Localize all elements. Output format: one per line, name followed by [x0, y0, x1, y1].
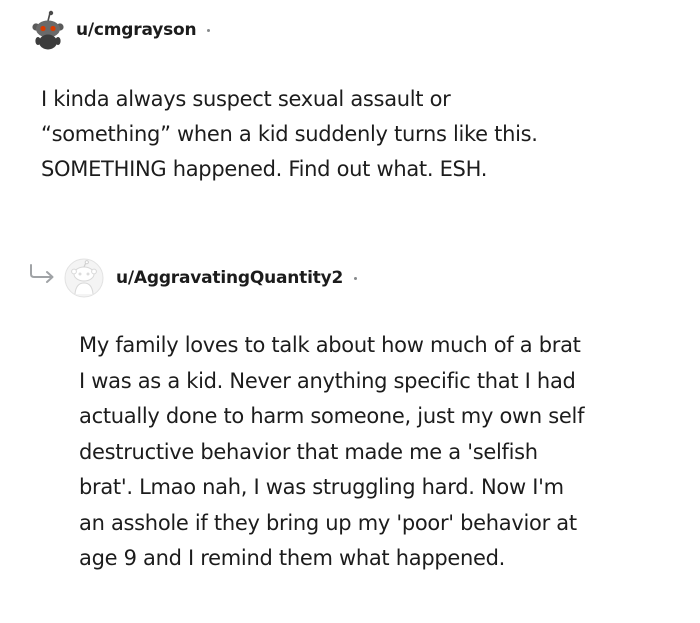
comment-body: I kinda always suspect sexual assault or… — [41, 87, 538, 181]
comment-header: u/AggravatingQuantity2 — [64, 256, 358, 300]
meta-separator — [354, 276, 358, 280]
meta-separator — [207, 28, 211, 32]
comment-author[interactable]: u/AggravatingQuantity2 — [116, 268, 343, 288]
snoo-avatar-icon[interactable] — [30, 10, 66, 50]
comment-body: My family loves to talk about how much o… — [79, 333, 585, 570]
default-snoo-avatar-icon[interactable] — [64, 258, 104, 298]
comment-author[interactable]: u/cmgrayson — [76, 20, 197, 40]
comment-header: u/cmgrayson — [30, 10, 211, 50]
reply-arrow-icon — [30, 264, 54, 283]
